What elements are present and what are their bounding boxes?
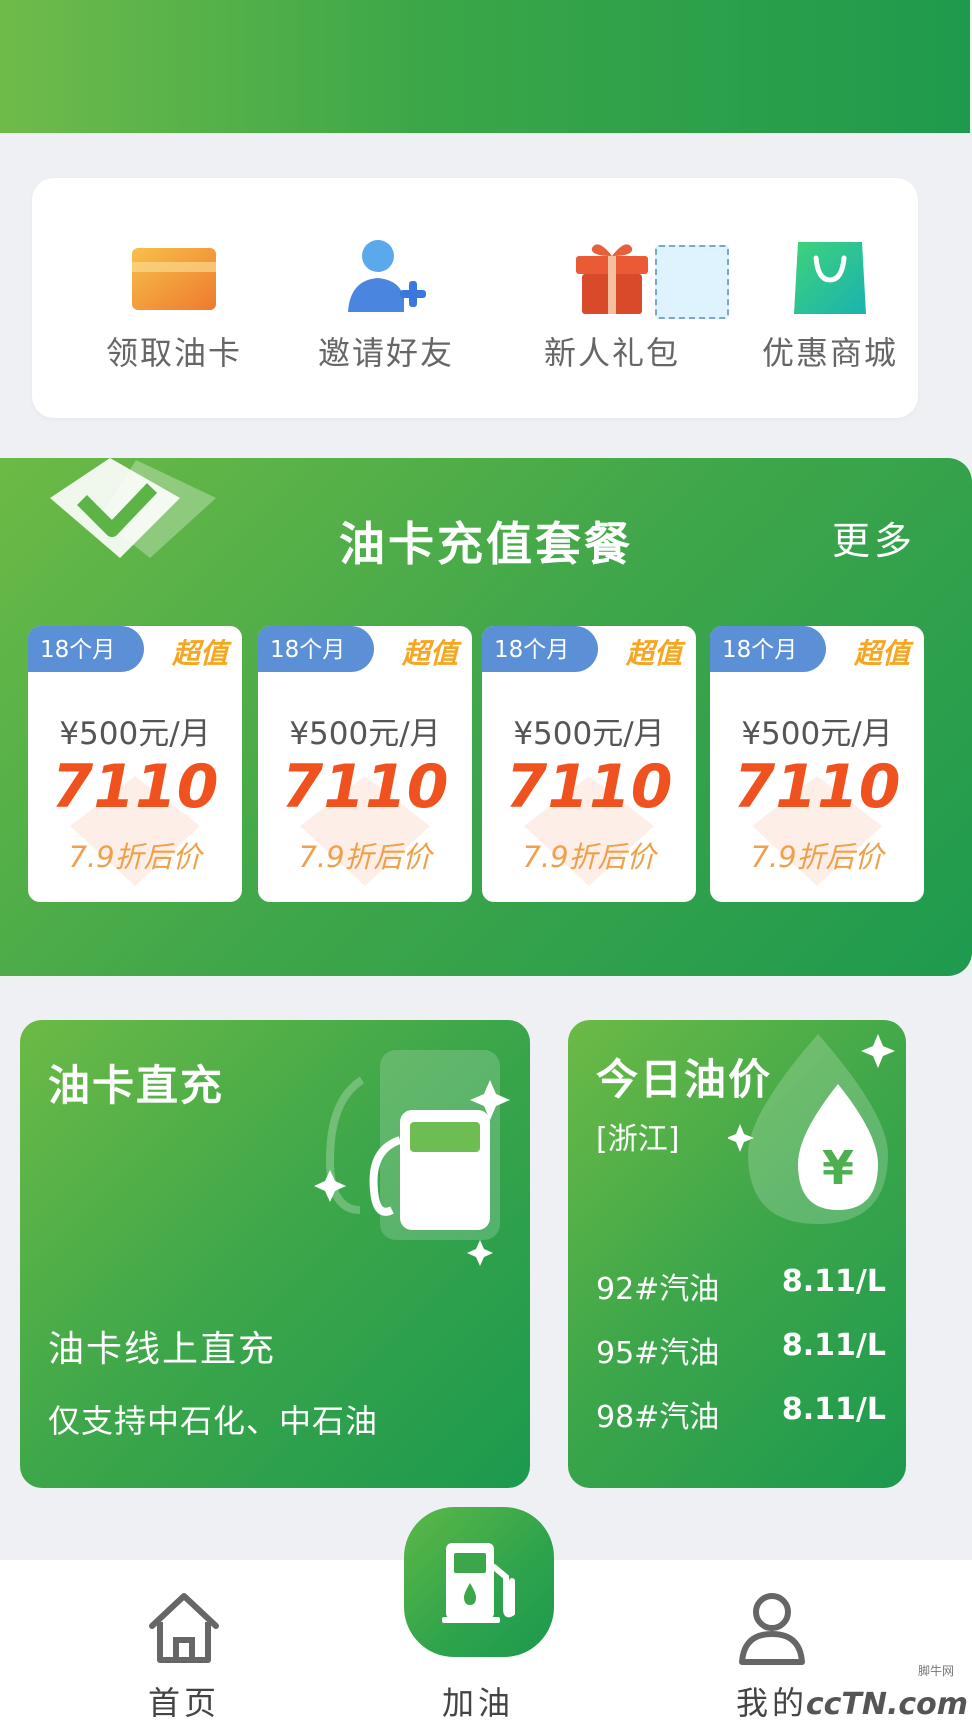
gift-icon [576, 244, 648, 314]
quick-action-label: 领取油卡 [105, 334, 242, 372]
fuel-grade: 98#汽油 [596, 1400, 720, 1435]
package-duration-tag: 18个月 [258, 626, 374, 672]
nav-home-label: 首页 [147, 1684, 220, 1722]
package-discount: 7.9折后价 [750, 840, 884, 874]
packages-title: 油卡充值套餐 [339, 517, 633, 571]
package-badge: 超值 [401, 637, 458, 670]
fuel-grade: 95#汽油 [596, 1336, 720, 1371]
oil-price-row: 95#汽油 8.11/L [596, 1328, 886, 1372]
shopping-bag-icon [794, 242, 866, 314]
package-duration-tag: 18个月 [482, 626, 598, 672]
package-monthly-price: ¥500元/月 [741, 716, 893, 752]
fuel-price: 8.11/L [781, 1264, 886, 1299]
site-watermark: 脚牛网 ccTN.com [778, 1664, 968, 1722]
refuel-fab-button[interactable] [404, 1507, 554, 1657]
packages-more-link[interactable]: 更多 [832, 510, 916, 565]
invite-user-icon [348, 240, 426, 312]
package-discount: 7.9折后价 [522, 840, 656, 874]
package-discount: 7.9折后价 [298, 840, 432, 874]
nav-refuel-label: 加油 [441, 1684, 514, 1722]
gas-pump-icon [442, 1543, 515, 1623]
quick-action-mall[interactable]: 优惠商城 [730, 178, 930, 418]
watermark-logo-text: ccTN.com [805, 1687, 968, 1722]
top-banner [0, 0, 970, 133]
placeholder-box [655, 245, 729, 319]
package-monthly-price: ¥500元/月 [59, 716, 211, 752]
quick-actions-card: 领取油卡 邀请好友 新人礼包 优惠商城 [32, 178, 918, 418]
home-icon [149, 1593, 219, 1663]
fuel-pump-icon [314, 1050, 510, 1266]
oil-price-row: 98#汽油 8.11/L [596, 1392, 886, 1436]
package-total: 7110 [281, 752, 449, 822]
direct-recharge-title: 油卡直充 [48, 1061, 225, 1110]
package-total: 7110 [51, 752, 219, 822]
quick-action-invite[interactable]: 邀请好友 [286, 178, 486, 418]
direct-recharge-subtitle: 油卡线上直充 [48, 1329, 277, 1370]
package-monthly-price: ¥500元/月 [513, 716, 665, 752]
package-monthly-price: ¥500元/月 [289, 716, 441, 752]
package-badge: 超值 [625, 637, 682, 670]
package-badge: 超值 [853, 637, 910, 670]
oil-price-card[interactable]: ¥ 今日油价 [浙江] 92#汽油 8.11/L 95#汽油 8.11/L 98… [568, 1020, 906, 1488]
nav-home[interactable]: 首页 [94, 1580, 274, 1722]
package-card[interactable]: 18个月 超值 ¥500元/月 7110 7.9折后价 [710, 626, 924, 902]
svg-text:¥: ¥ [822, 1141, 854, 1195]
fuel-price: 8.11/L [781, 1328, 886, 1363]
quick-action-label: 优惠商城 [761, 334, 898, 372]
package-total: 7110 [733, 752, 901, 822]
package-duration-tag: 18个月 [710, 626, 826, 672]
card-icon [132, 248, 216, 310]
quick-action-label: 新人礼包 [543, 334, 680, 372]
recharge-packages-section: 油卡充值套餐 更多 18个月 超值 ¥500元/月 7110 7.9折后价 18… [0, 458, 972, 976]
quick-action-label: 邀请好友 [317, 334, 454, 372]
package-total: 7110 [505, 752, 673, 822]
package-card[interactable]: 18个月 超值 ¥500元/月 7110 7.9折后价 [482, 626, 696, 902]
package-badge: 超值 [171, 637, 228, 670]
package-duration-tag: 18个月 [28, 626, 144, 672]
package-card[interactable]: 18个月 超值 ¥500元/月 7110 7.9折后价 [28, 626, 242, 902]
fuel-price: 8.11/L [781, 1392, 886, 1427]
user-icon [739, 1593, 805, 1665]
package-discount: 7.9折后价 [68, 840, 202, 874]
package-card[interactable]: 18个月 超值 ¥500元/月 7110 7.9折后价 [258, 626, 472, 902]
direct-recharge-card[interactable]: 油卡直充 油卡线上直充 仅支持中石化、中石油 [20, 1020, 530, 1488]
fuel-grade: 92#汽油 [596, 1272, 720, 1307]
oil-price-title: 今日油价 [596, 1055, 773, 1104]
oil-price-row: 92#汽油 8.11/L [596, 1264, 886, 1308]
oil-price-region: [浙江] [596, 1122, 680, 1157]
watermark-small-text: 脚牛网 [917, 1664, 954, 1678]
direct-recharge-note: 仅支持中石化、中石油 [48, 1402, 379, 1440]
quick-action-get-card[interactable]: 领取油卡 [74, 178, 274, 418]
